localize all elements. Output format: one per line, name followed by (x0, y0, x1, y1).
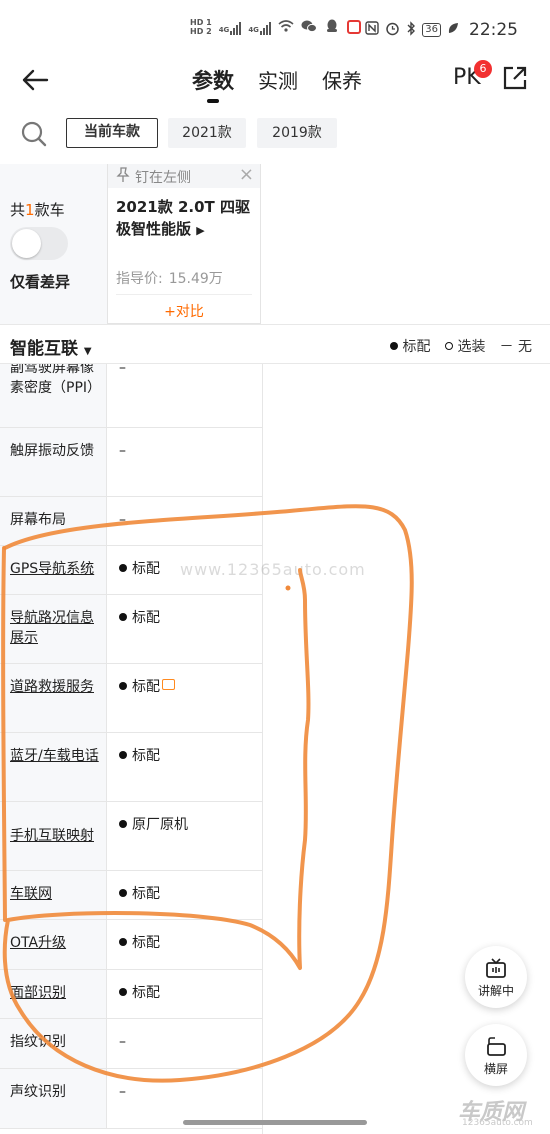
row-value: – (119, 1034, 126, 1050)
model-count: 共1款车 (10, 201, 65, 219)
home-indicator[interactable] (183, 1120, 367, 1125)
table-row: 导航路况信息展示 标配 (0, 595, 262, 664)
legend: 标配 选装 － 无 (389, 336, 532, 356)
triangle-right-icon: ▶ (196, 224, 205, 237)
only-diff-label: 仅看差异 (10, 273, 71, 291)
caret-down-icon: ▼ (83, 346, 92, 357)
status-bar: HD 1 HD 2 4G 4G 36 22:25 (0, 0, 550, 60)
row-label: 副驾驶屏幕像素密度（PPI） (0, 364, 107, 427)
table-row: 触屏振动反馈 – (0, 428, 262, 497)
car-header: 共1款车 仅看差异 钉在左侧 × 2021款 2.0T 四驱极智性能版 ▶ 指导… (0, 164, 550, 324)
alarm-icon (385, 21, 400, 40)
table-row: 屏幕布局 – (0, 497, 262, 546)
tab-params[interactable]: 参数 (192, 65, 234, 103)
bluetooth-icon (406, 20, 416, 40)
search-icon[interactable] (20, 120, 48, 148)
close-icon[interactable]: × (239, 164, 254, 185)
signal-icon: 4G (219, 19, 242, 35)
row-value: 原厂原机 (119, 815, 188, 835)
row-value: 标配 (119, 677, 175, 697)
wifi-icon (278, 19, 294, 35)
table-row: 道路救援服务 标配 (0, 664, 262, 733)
chip-2021[interactable]: 2021款 (168, 118, 246, 148)
tab-measured[interactable]: 实测 (258, 65, 298, 95)
section-bar: 智能互联 ▼ 标配 选装 － 无 (0, 324, 550, 364)
row-value: – (119, 1084, 126, 1100)
app-notification-icon (346, 20, 361, 34)
legend-standard: 标配 (389, 336, 431, 356)
row-label[interactable]: 导航路况信息展示 (0, 595, 107, 663)
section-title[interactable]: 智能互联 ▼ (10, 334, 92, 359)
add-compare-button[interactable]: +对比 (116, 294, 252, 321)
row-value: – (119, 443, 126, 459)
site-logo-url: 12365auto.com (462, 1118, 533, 1128)
row-label: 声纹识别 (0, 1069, 107, 1128)
row-value: 标配 (119, 559, 160, 579)
column-divider (262, 364, 263, 1134)
row-label[interactable]: 手机互联映射 (0, 802, 107, 870)
row-label[interactable]: OTA升级 (0, 920, 107, 969)
qq-icon (324, 19, 340, 35)
table-row: 指纹识别 – (0, 1019, 262, 1069)
params-table: 副驾驶屏幕像素密度（PPI） – 触屏振动反馈 – 屏幕布局 – GPS导航系统… (0, 364, 262, 1134)
car-name[interactable]: 2021款 2.0T 四驱极智性能版 ▶ (116, 196, 256, 242)
row-value: – (119, 512, 126, 528)
pin-left-button[interactable]: 钉在左侧 × (108, 164, 260, 188)
watermark: www.12365auto.com (180, 560, 366, 579)
row-value: – (119, 364, 126, 376)
chip-current-model[interactable]: 当前车款 (66, 118, 158, 148)
row-label[interactable]: 道路救援服务 (0, 664, 107, 732)
row-value: 标配 (119, 884, 160, 904)
row-label: 触屏振动反馈 (0, 428, 107, 496)
row-value: 标配 (119, 608, 160, 628)
explain-button[interactable]: 讲解中 (465, 946, 527, 1008)
rotate-screen-icon (487, 1037, 506, 1056)
legend-none: － 无 (499, 339, 532, 355)
back-arrow-icon[interactable] (20, 65, 50, 95)
row-label[interactable]: 车联网 (0, 871, 107, 919)
row-value: 标配 (119, 933, 160, 953)
row-label: 指纹识别 (0, 1019, 107, 1068)
hd-indicator: HD 1 HD 2 (190, 18, 212, 36)
table-row: OTA升级 标配 (0, 920, 262, 970)
top-nav: 参数 实测 保养 PK 6 (0, 55, 550, 105)
row-label[interactable]: 蓝牙/车载电话 (0, 733, 107, 801)
battery-icon: 36 (422, 23, 441, 37)
pk-count-badge: 6 (474, 60, 492, 78)
wechat-icon (301, 19, 317, 35)
row-value: 标配 (119, 746, 160, 766)
car-card: 钉在左侧 × 2021款 2.0T 四驱极智性能版 ▶ 指导价: 15.49万 +… (107, 164, 261, 324)
tv-icon (486, 958, 506, 978)
table-row: 车联网 标配 (0, 871, 262, 920)
landscape-button[interactable]: 横屏 (465, 1024, 527, 1086)
car-header-left: 共1款车 仅看差异 (0, 164, 107, 324)
row-label: 屏幕布局 (0, 497, 107, 545)
share-icon[interactable] (502, 65, 528, 91)
table-row: 手机互联映射 原厂原机 (0, 802, 262, 871)
filter-bar: 当前车款 2021款 2019款 (0, 115, 550, 155)
clock: 22:25 (469, 20, 518, 40)
legend-optional: 选装 (444, 336, 486, 356)
row-label[interactable]: 面部识别 (0, 970, 107, 1018)
guide-price: 指导价: 15.49万 (116, 271, 223, 287)
nfc-icon (365, 21, 379, 39)
row-value: 标配 (119, 983, 160, 1003)
only-diff-toggle[interactable] (10, 227, 68, 260)
tab-maintenance[interactable]: 保养 (322, 65, 362, 95)
signal-icon-2: 4G (248, 19, 271, 35)
leaf-icon (447, 21, 459, 39)
pin-icon (116, 167, 130, 187)
screen: HD 1 HD 2 4G 4G 36 22:25 参数 实测 保养 PK 6 当… (0, 0, 550, 1134)
row-label[interactable]: GPS导航系统 (0, 546, 107, 594)
table-row: 副驾驶屏幕像素密度（PPI） – (0, 364, 262, 428)
table-row: 面部识别 标配 (0, 970, 262, 1019)
image-icon[interactable] (162, 679, 175, 690)
table-row: 蓝牙/车载电话 标配 (0, 733, 262, 802)
chip-2019[interactable]: 2019款 (257, 118, 337, 148)
